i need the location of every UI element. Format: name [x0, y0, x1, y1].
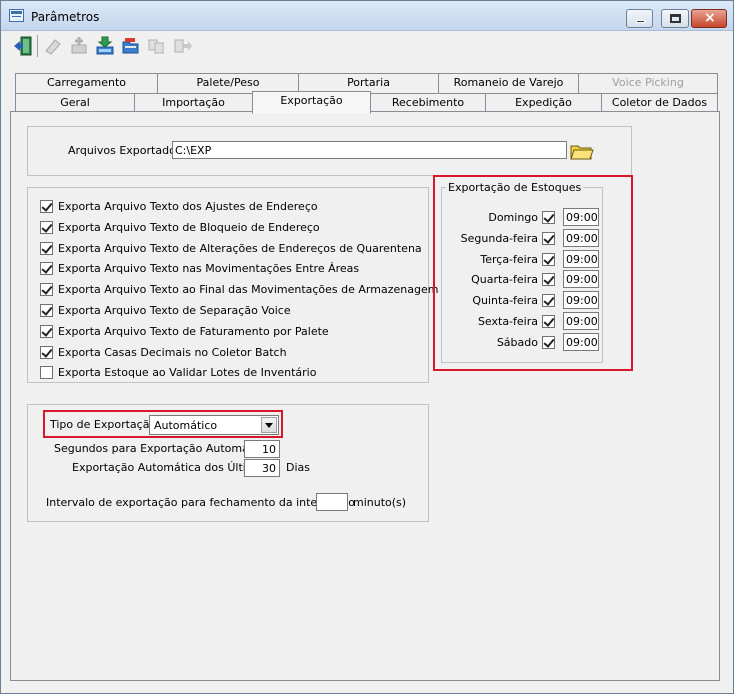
close-button[interactable]: × — [691, 9, 727, 28]
export-option-row[interactable]: Exporta Arquivo Texto de Faturamento por… — [40, 324, 420, 340]
tab-label: Recebimento — [391, 96, 465, 109]
arquivos-label: Arquivos Exportados — [68, 144, 182, 157]
close-icon: × — [704, 10, 716, 26]
export-option-row[interactable]: Exporta Casas Decimais no Coletor Batch — [40, 345, 420, 361]
estoques-highlight — [433, 175, 633, 371]
tab-label: Romaneio de Varejo — [453, 76, 564, 89]
export-option-label: Exporta Casas Decimais no Coletor Batch — [58, 345, 287, 359]
tab-label: Geral — [60, 96, 90, 109]
tab-portaria[interactable]: Portaria — [298, 73, 439, 93]
tab-coletor-de-dados[interactable]: Coletor de Dados — [601, 93, 718, 113]
exit-door-icon — [14, 36, 32, 56]
export-option-row[interactable]: Exporta Arquivo Texto de Alterações de E… — [40, 241, 422, 257]
maximize-button[interactable] — [661, 9, 689, 28]
export-option-row[interactable]: Exporta Arquivo Texto ao Final das Movim… — [40, 282, 438, 298]
open-folder-icon — [122, 38, 139, 54]
export-option-row[interactable]: Exporta Arquivo Texto nas Movimentações … — [40, 261, 420, 277]
tab-label: Exportação — [280, 94, 343, 107]
browse-folder-button[interactable] — [569, 140, 594, 162]
tab-label: Carregamento — [46, 76, 127, 89]
export-option-label: Exporta Arquivo Texto ao Final das Movim… — [58, 283, 439, 297]
export-option-checkbox[interactable] — [40, 366, 53, 380]
ultimos-label: Exportação Automática dos Últimos — [72, 461, 270, 474]
export-option-row[interactable]: Exporta Arquivo Texto dos Ajustes de End… — [40, 199, 420, 215]
tab-palete-peso[interactable]: Palete/Peso — [157, 73, 299, 93]
app-window-icon — [9, 9, 24, 22]
eraser-icon — [45, 39, 61, 55]
exportacao-tab-panel: Arquivos Exportados C:\EXP Exporta Arqui… — [10, 111, 720, 681]
export-option-row[interactable]: Exporta Arquivo Texto de Bloqueio de End… — [40, 220, 420, 236]
download-tray-icon — [96, 36, 114, 55]
tab-voice-picking[interactable]: Voice Picking — [578, 73, 718, 93]
ultimos-unit: Dias — [286, 461, 310, 474]
title-bar[interactable]: Parâmetros × — [1, 1, 733, 31]
tab-romaneio-de-varejo[interactable]: Romaneio de Varejo — [438, 73, 579, 93]
export-option-label: Exporta Arquivo Texto de Alterações de E… — [58, 241, 422, 255]
exit-button[interactable] — [11, 34, 35, 58]
copy-forward-button[interactable] — [145, 34, 169, 58]
export-option-checkbox[interactable] — [40, 241, 53, 255]
copy-forward-icon — [148, 39, 164, 54]
intervalo-label: Intervalo de exportação para fechamento … — [46, 496, 355, 509]
tab-label: Importação — [162, 96, 225, 109]
export-option-label: Exporta Arquivo Texto de Bloqueio de End… — [58, 220, 320, 234]
export-option-label: Exporta Arquivo Texto nas Movimentações … — [58, 262, 360, 276]
add-record-button[interactable] — [67, 34, 91, 58]
export-option-label: Exporta Arquivo Texto dos Ajustes de End… — [58, 200, 318, 213]
toolbar-separator — [37, 35, 38, 57]
export-option-checkbox[interactable] — [40, 345, 53, 359]
minimize-button[interactable] — [626, 9, 653, 28]
segundos-label: Segundos para Exportação Automática — [54, 442, 270, 455]
export-option-checkbox[interactable] — [40, 324, 53, 338]
tab-label: Portaria — [347, 76, 390, 89]
tab-label: Palete/Peso — [196, 76, 260, 89]
intervalo-input[interactable] — [316, 493, 348, 511]
toolbar — [1, 31, 733, 59]
next-button[interactable] — [171, 34, 195, 58]
export-option-label: Exporta Arquivo Texto de Separação Voice — [58, 304, 291, 317]
parametros-window: Parâmetros × Carregamento Palete/Peso Po… — [0, 0, 734, 694]
segundos-input[interactable]: 10 — [244, 440, 280, 458]
export-option-checkbox[interactable] — [40, 283, 53, 297]
arquivos-group: Arquivos Exportados C:\EXP — [27, 126, 632, 176]
export-option-row[interactable]: Exporta Arquivo Texto de Separação Voice — [40, 303, 420, 319]
tab-carregamento[interactable]: Carregamento — [15, 73, 158, 93]
add-record-icon — [71, 37, 87, 54]
erase-button[interactable] — [41, 34, 65, 58]
export-option-checkbox[interactable] — [40, 220, 53, 234]
minimize-icon — [636, 20, 645, 23]
tab-recebimento[interactable]: Recebimento — [370, 93, 486, 113]
export-option-checkbox[interactable] — [40, 200, 53, 213]
tab-label: Voice Picking — [612, 76, 684, 89]
arquivos-path-input[interactable]: C:\EXP — [172, 141, 567, 159]
tab-label: Coletor de Dados — [611, 96, 708, 109]
maximize-icon — [670, 14, 681, 23]
export-option-row[interactable]: Exporta Estoque ao Validar Lotes de Inve… — [40, 365, 420, 381]
download-button[interactable] — [93, 34, 117, 58]
tab-expedicao[interactable]: Expedição — [485, 93, 602, 113]
tab-importacao[interactable]: Importação — [134, 93, 253, 113]
intervalo-unit: minuto(s) — [353, 496, 407, 509]
export-options-group: Exporta Arquivo Texto dos Ajustes de End… — [27, 187, 438, 383]
export-option-label: Exporta Arquivo Texto de Faturamento por… — [58, 324, 329, 338]
ultimos-input[interactable]: 30 — [244, 459, 280, 477]
open-button[interactable] — [119, 34, 143, 58]
tab-geral[interactable]: Geral — [15, 93, 135, 113]
export-option-checkbox[interactable] — [40, 304, 53, 317]
tipo-highlight — [43, 410, 283, 438]
window-title: Parâmetros — [31, 10, 100, 24]
folder-icon — [570, 145, 594, 160]
export-option-checkbox[interactable] — [40, 262, 53, 276]
tab-exportacao[interactable]: Exportação — [252, 91, 371, 114]
tab-label: Expedição — [515, 96, 572, 109]
next-arrow-icon — [174, 39, 192, 53]
export-option-label: Exporta Estoque ao Validar Lotes de Inve… — [58, 366, 317, 380]
